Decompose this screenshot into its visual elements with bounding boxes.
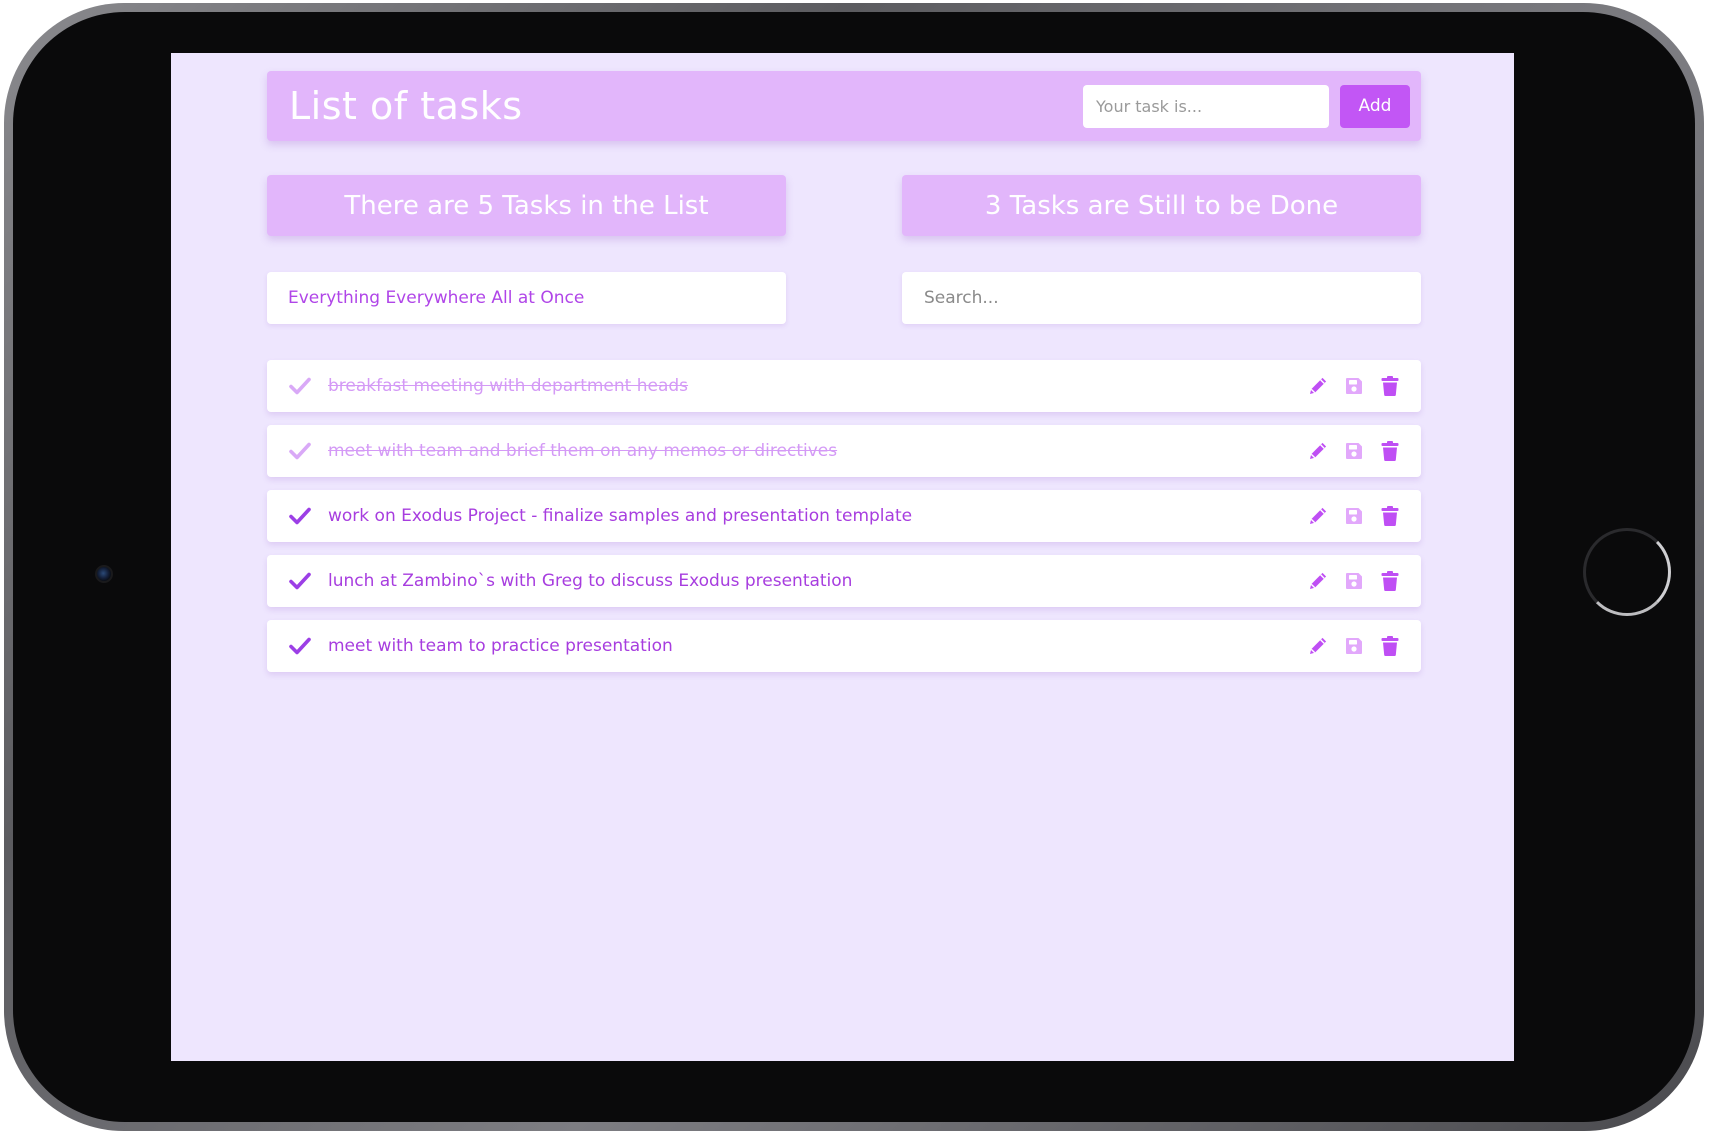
task-row: work on Exodus Project - finalize sample… [267,490,1421,542]
trash-icon[interactable] [1378,570,1401,593]
task-row: meet with team and brief them on any mem… [267,425,1421,477]
check-icon[interactable] [287,568,313,594]
floppy-disk-icon[interactable] [1342,505,1365,528]
app-content: List of tasks Add There are 5 Tasks in t… [267,71,1421,672]
check-icon[interactable] [287,438,313,464]
task-list: breakfast meeting with department heads … [267,360,1421,672]
task-actions [1306,440,1401,463]
home-button[interactable] [1583,528,1671,616]
task-actions [1306,570,1401,593]
floppy-disk-icon[interactable] [1342,375,1365,398]
app-header: List of tasks Add [267,71,1421,141]
total-tasks-badge: There are 5 Tasks in the List [267,175,786,236]
app-screen: List of tasks Add There are 5 Tasks in t… [171,53,1514,1061]
trash-icon[interactable] [1378,440,1401,463]
filter-select[interactable]: Everything Everywhere All at Once [267,272,786,324]
new-task-input[interactable] [1083,84,1329,128]
add-task-form: Add [1083,84,1410,128]
pencil-icon[interactable] [1306,505,1329,528]
add-task-button[interactable]: Add [1340,84,1410,128]
task-actions [1306,505,1401,528]
trash-icon[interactable] [1378,375,1401,398]
remaining-tasks-badge: 3 Tasks are Still to be Done [902,175,1421,236]
task-text: meet with team and brief them on any mem… [328,441,838,461]
task-actions [1306,375,1401,398]
search-input[interactable] [902,272,1421,324]
floppy-disk-icon[interactable] [1342,635,1365,658]
floppy-disk-icon[interactable] [1342,440,1365,463]
task-row: meet with team to practice presentation [267,620,1421,672]
filter-row: Everything Everywhere All at Once [267,272,1421,324]
pencil-icon[interactable] [1306,635,1329,658]
pencil-icon[interactable] [1306,375,1329,398]
floppy-disk-icon[interactable] [1342,570,1365,593]
check-icon[interactable] [287,633,313,659]
camera-icon [95,565,113,583]
check-icon[interactable] [287,373,313,399]
trash-icon[interactable] [1378,505,1401,528]
task-text: lunch at Zambino`s with Greg to discuss … [328,571,853,591]
task-row: lunch at Zambino`s with Greg to discuss … [267,555,1421,607]
task-text: meet with team to practice presentation [328,636,673,656]
pencil-icon[interactable] [1306,570,1329,593]
stats-row: There are 5 Tasks in the List 3 Tasks ar… [267,175,1421,236]
task-actions [1306,635,1401,658]
trash-icon[interactable] [1378,635,1401,658]
task-text: breakfast meeting with department heads [328,376,689,396]
pencil-icon[interactable] [1306,440,1329,463]
task-row: breakfast meeting with department heads [267,360,1421,412]
page-title: List of tasks [289,84,523,128]
task-text: work on Exodus Project - finalize sample… [328,506,913,526]
check-icon[interactable] [287,503,313,529]
